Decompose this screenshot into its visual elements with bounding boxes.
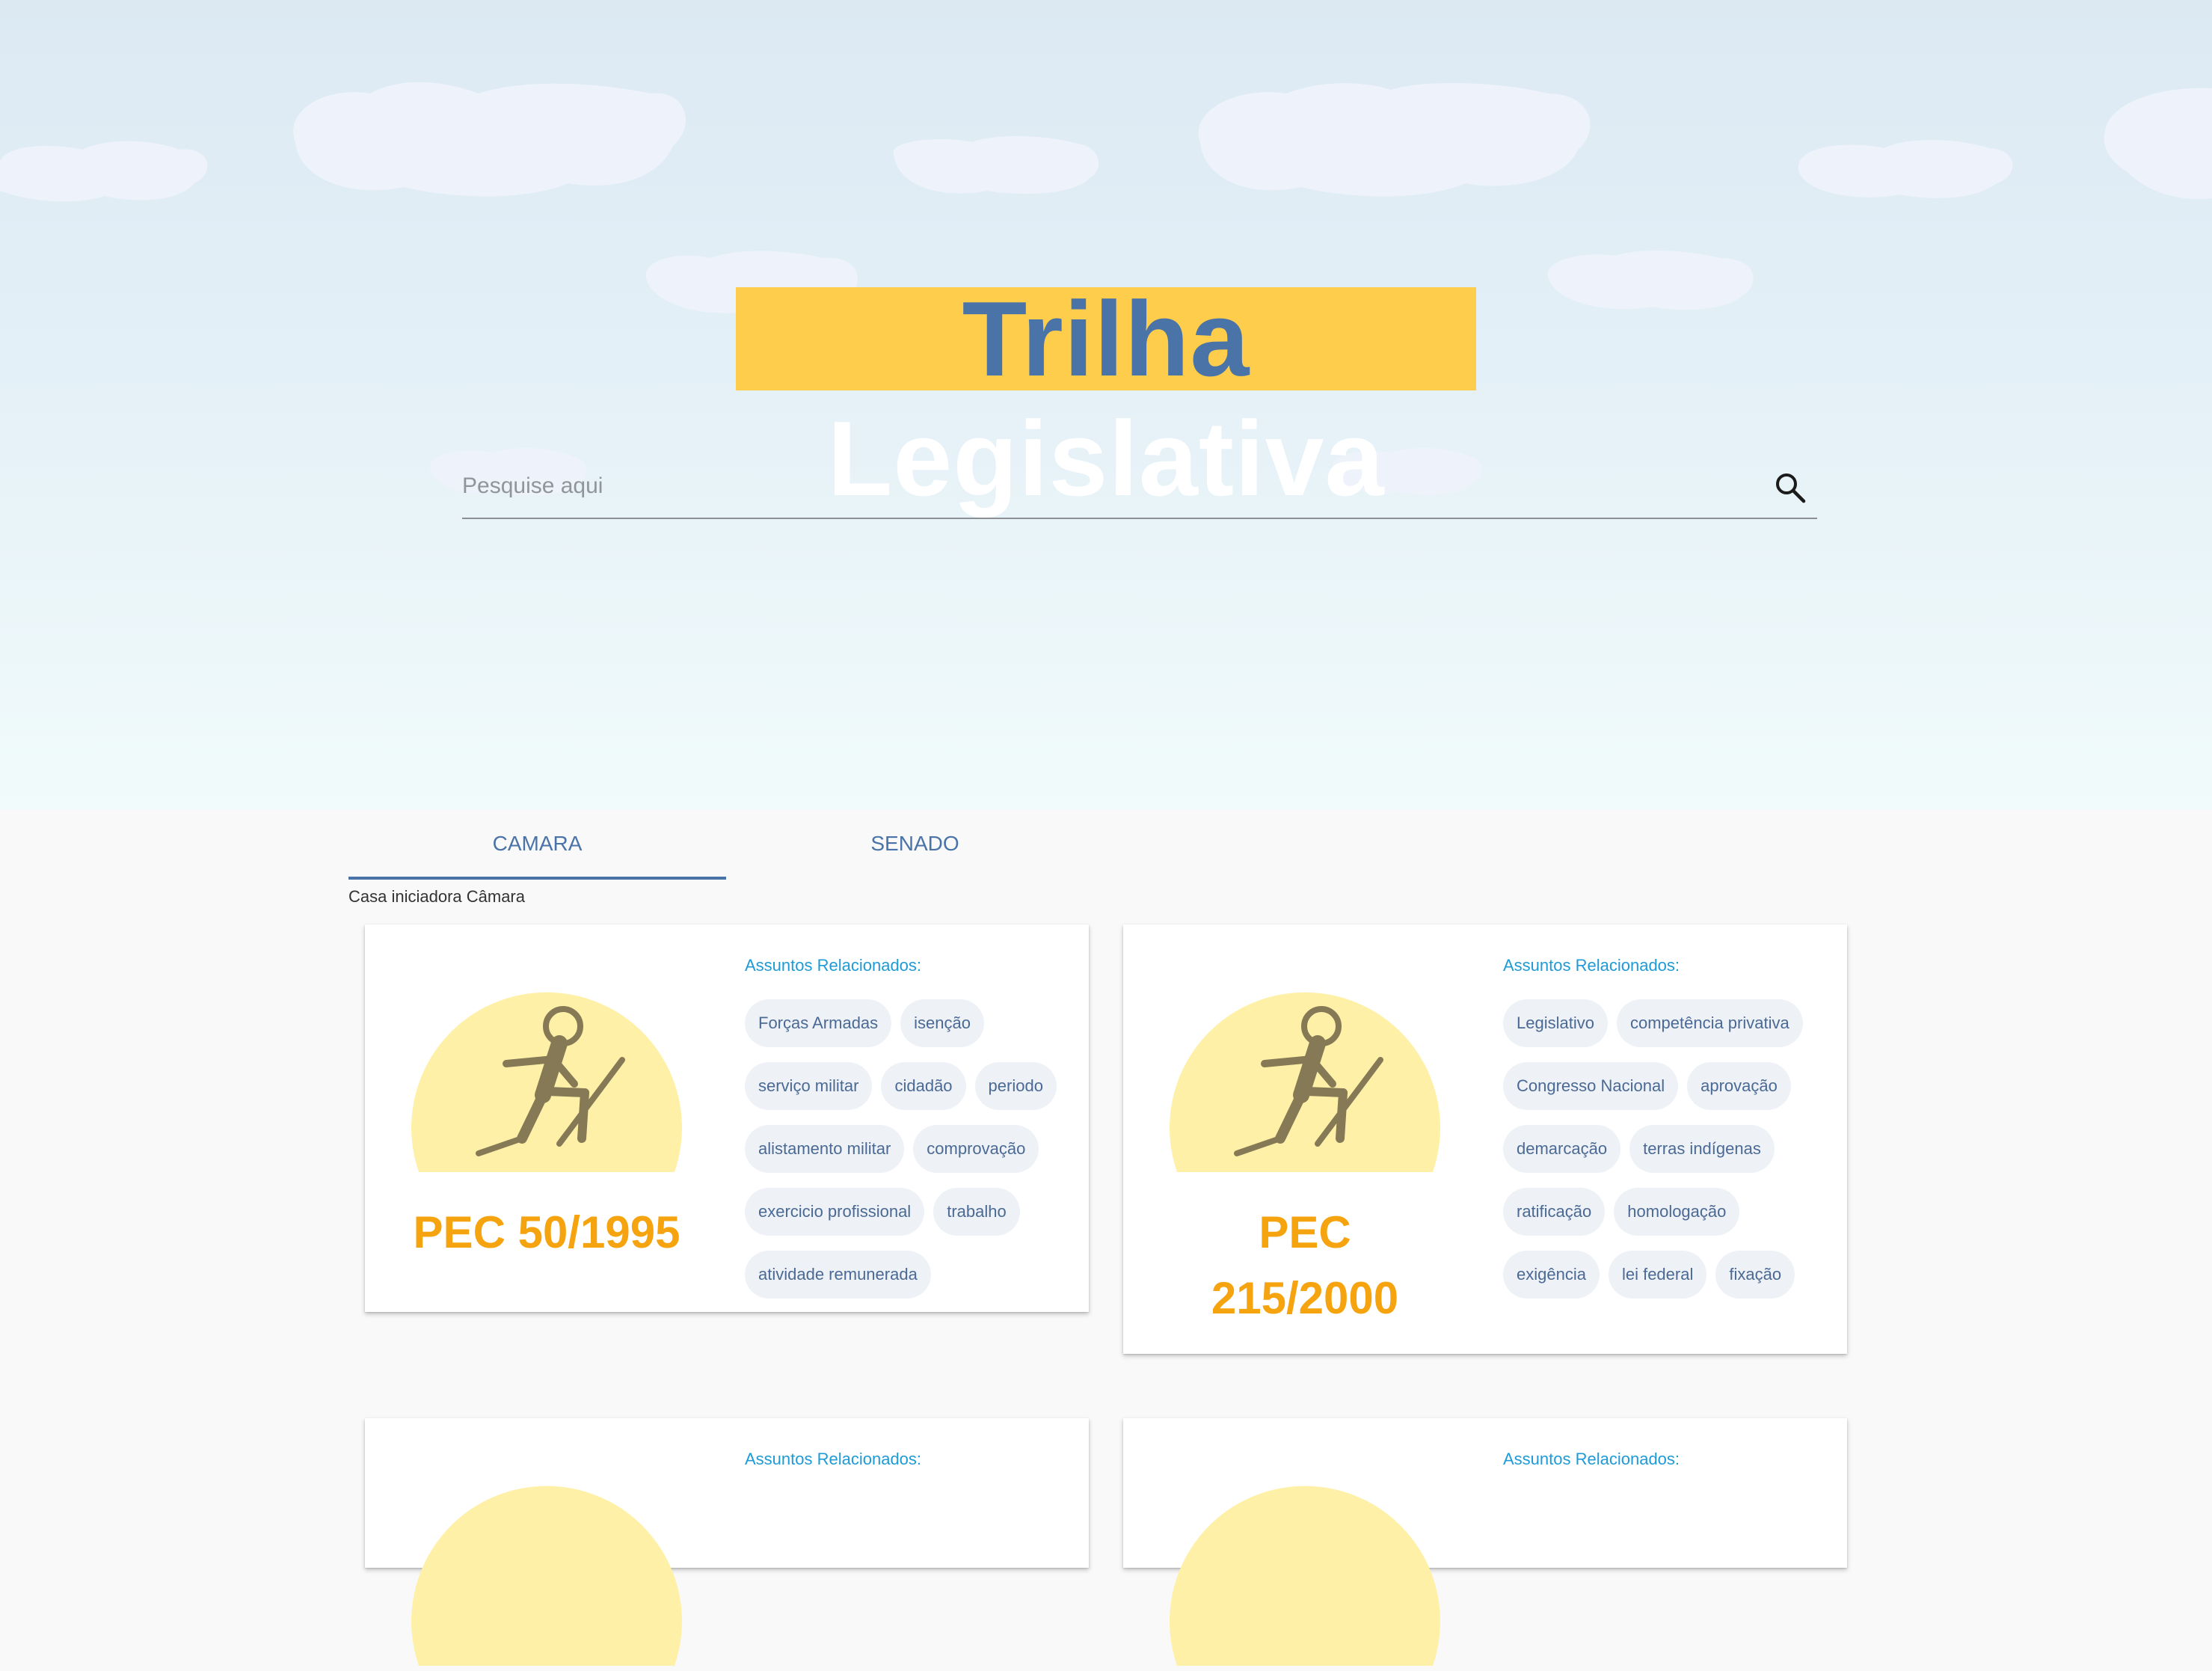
search-button[interactable] — [1772, 470, 1808, 506]
subject-tag[interactable]: Legislativo — [1503, 999, 1608, 1047]
climbing-figure-illustration — [411, 1485, 682, 1666]
subject-tag[interactable]: comprovação — [913, 1125, 1039, 1173]
pec-identifier: PEC 215/2000 — [1138, 1200, 1472, 1331]
subject-tag[interactable]: periodo — [974, 1062, 1057, 1110]
app-title-word-1: Trilha — [962, 280, 1250, 399]
search-bar — [462, 456, 1817, 519]
initiating-house-label: Casa iniciadora Câmara — [348, 887, 525, 906]
pec-identifier-line1: PEC 50/1995 — [413, 1207, 681, 1257]
subject-tag[interactable]: exercicio profissional — [745, 1188, 925, 1236]
subject-tag[interactable]: atividade remunerada — [745, 1251, 931, 1299]
pec-card[interactable]: Assuntos Relacionados: — [365, 1418, 1089, 1666]
climbing-figure-illustration — [411, 992, 682, 1172]
subject-tag[interactable]: trabalho — [933, 1188, 1020, 1236]
pec-identifier-line1: PEC — [1259, 1207, 1351, 1257]
climbing-figure-illustration — [1170, 992, 1440, 1172]
subject-tag[interactable]: homologação — [1614, 1188, 1740, 1236]
hero-banner: Trilha Legislativa — [0, 0, 2212, 809]
subject-tag[interactable]: terras indígenas — [1629, 1125, 1775, 1173]
subject-tag[interactable]: alistamento militar — [745, 1125, 905, 1173]
subject-tag[interactable]: exigência — [1503, 1251, 1600, 1299]
search-input[interactable] — [462, 464, 1733, 509]
subject-tag[interactable]: Congresso Nacional — [1503, 1062, 1679, 1110]
related-subjects-label: Assuntos Relacionados: — [1503, 956, 1680, 975]
pec-identifier: PEC 50/1995 — [380, 1200, 713, 1266]
subject-tag[interactable]: aprovação — [1687, 1062, 1791, 1110]
pec-card[interactable]: Assuntos Relacionados: — [1123, 1418, 1847, 1666]
climbing-figure-illustration — [1170, 1485, 1440, 1666]
pec-card[interactable]: PEC 50/1995 Assuntos Relacionados: Força… — [365, 925, 1089, 1312]
pec-card[interactable]: PEC 215/2000 Assuntos Relacionados: Legi… — [1123, 925, 1847, 1354]
tab-camara[interactable]: CAMARA — [348, 815, 726, 880]
related-subjects-label: Assuntos Relacionados: — [1503, 1450, 1680, 1468]
subject-tag[interactable]: ratificação — [1503, 1188, 1606, 1236]
subject-tag[interactable]: demarcação — [1503, 1125, 1621, 1173]
app-title-banner: Trilha Legislativa — [736, 280, 1476, 518]
subject-tag-list: Legislativo competência privativa Congre… — [1503, 999, 1832, 1299]
subject-tag[interactable]: cidadão — [881, 1062, 966, 1110]
house-tabs: CAMARA SENADO — [348, 815, 1104, 880]
app-title: Trilha Legislativa — [736, 280, 1476, 518]
pec-identifier-line2: 215/2000 — [1211, 1273, 1399, 1323]
subject-tag[interactable]: fixação — [1715, 1251, 1795, 1299]
related-subjects-label: Assuntos Relacionados: — [745, 956, 922, 975]
subject-tag[interactable]: competência privativa — [1616, 999, 1803, 1047]
subject-tag[interactable]: lei federal — [1608, 1251, 1707, 1299]
tab-senado[interactable]: SENADO — [726, 815, 1104, 880]
subject-tag[interactable]: isenção — [900, 999, 985, 1047]
search-icon — [1776, 473, 1806, 503]
related-subjects-label: Assuntos Relacionados: — [745, 1450, 922, 1468]
subject-tag-list: Forças Armadas isenção serviço militar c… — [745, 999, 1074, 1299]
subject-tag[interactable]: Forças Armadas — [745, 999, 892, 1047]
subject-tag[interactable]: serviço militar — [745, 1062, 873, 1110]
